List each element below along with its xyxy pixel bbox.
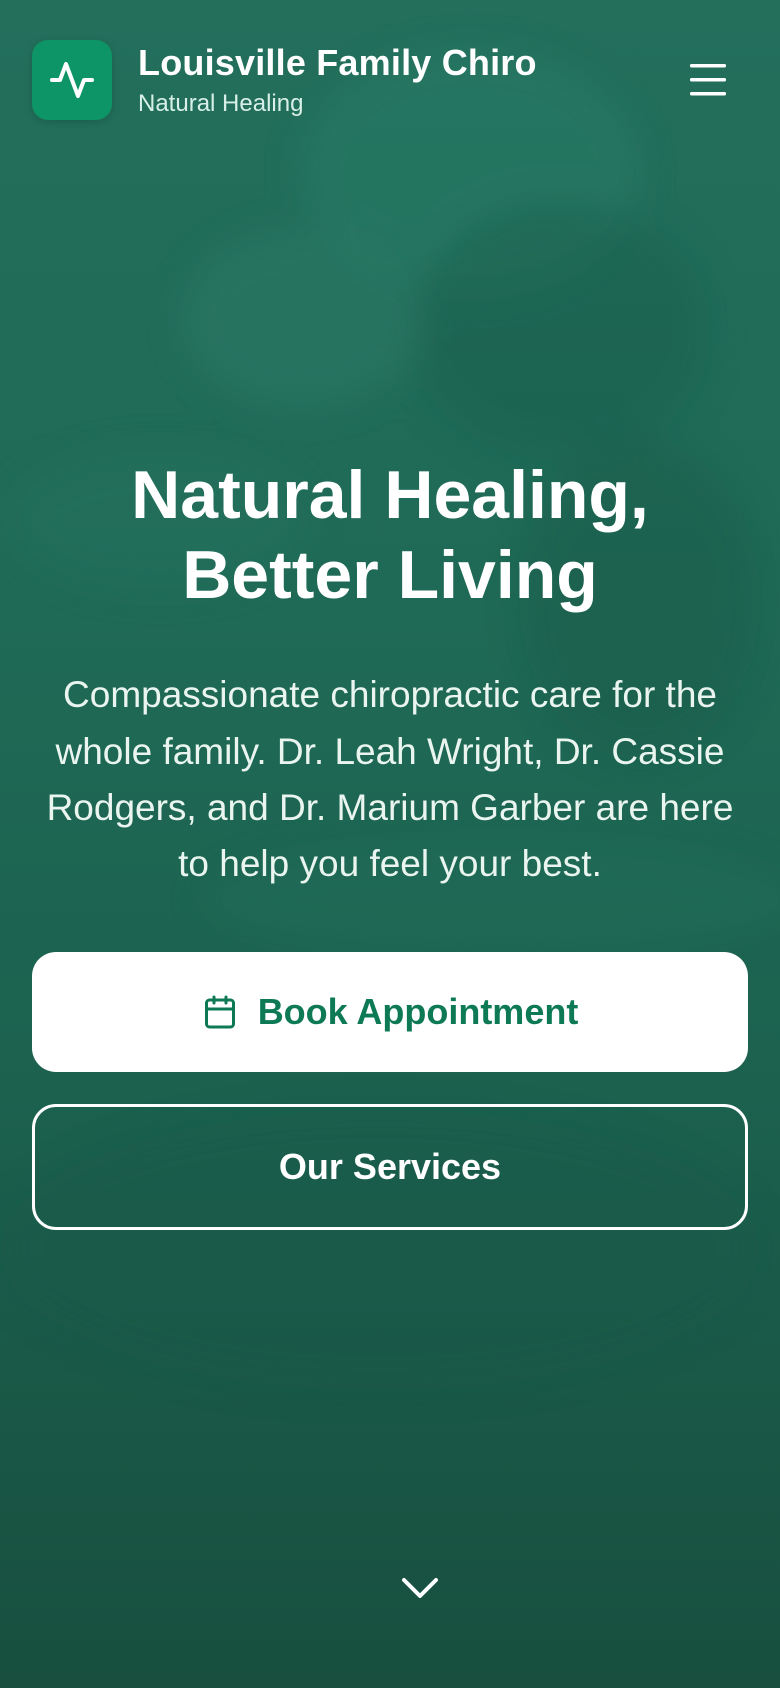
activity-pulse-icon: [50, 62, 94, 98]
brand-tagline: Natural Healing: [138, 89, 304, 117]
menu-button[interactable]: [686, 60, 730, 100]
scroll-down-button[interactable]: [398, 1572, 442, 1604]
hamburger-menu-icon: [690, 64, 726, 96]
book-appointment-button[interactable]: Book Appointment: [32, 952, 748, 1072]
book-appointment-label: Book Appointment: [257, 991, 579, 1032]
hero-section: Natural Healing, Better Living Compassio…: [32, 455, 748, 892]
calendar-icon: [204, 995, 235, 1029]
hero-title-line1: Natural Healing,: [131, 457, 649, 533]
site-header: Louisville Family Chiro Natural Healing: [32, 40, 748, 120]
hero-title-line2: Better Living: [182, 537, 598, 614]
chevron-down-icon: [402, 1578, 438, 1598]
hero-description: Compassionate chiropractic care for the …: [46, 674, 734, 885]
logo[interactable]: [32, 40, 112, 120]
hero-page: Louisville Family Chiro Natural Healing …: [0, 0, 780, 1688]
our-services-button[interactable]: Our Services: [32, 1104, 748, 1230]
brand: Louisville Family Chiro Natural Healing: [138, 43, 537, 117]
our-services-label: Our Services: [278, 1146, 502, 1187]
brand-name[interactable]: Louisville Family Chiro: [138, 43, 537, 83]
hero-title: Natural Healing, Better Living: [32, 455, 748, 615]
